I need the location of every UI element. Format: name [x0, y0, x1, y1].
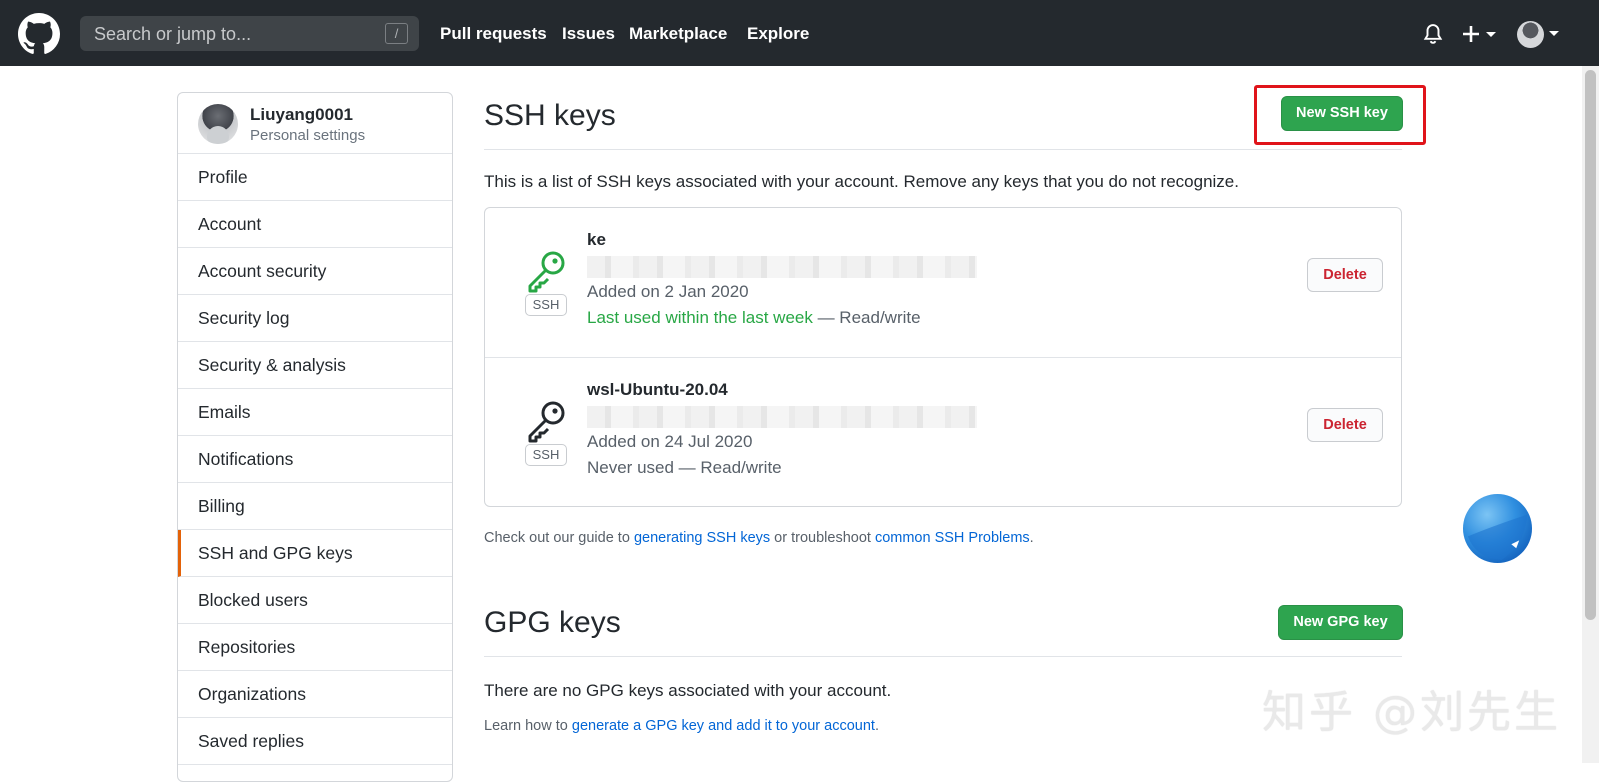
ssh-keys-list: SSH ke Added on 2 Jan 2020 Last used wit… — [484, 207, 1402, 507]
ssh-heading-divider — [484, 149, 1402, 150]
ssh-keys-heading: SSH keys — [484, 99, 616, 132]
username: Liuyang0001 — [250, 105, 353, 124]
generating-ssh-keys-link[interactable]: generating SSH keys — [634, 530, 770, 546]
global-header: Search or jump to... / Pull requests Iss… — [0, 0, 1599, 66]
nav-marketplace[interactable]: Marketplace — [629, 24, 727, 44]
new-gpg-key-button[interactable]: New GPG key — [1278, 605, 1403, 640]
settings-sidebar: Liuyang0001 Personal settings Profile Ac… — [177, 92, 453, 782]
nav-issues[interactable]: Issues — [562, 24, 615, 44]
nav-pull-requests[interactable]: Pull requests — [440, 24, 547, 44]
generate-gpg-key-link[interactable]: generate a GPG key and add it to your ac… — [572, 718, 875, 734]
gpg-learn-prefix: Learn how to — [484, 718, 572, 734]
ssh-key-row: SSH wsl-Ubuntu-20.04 Added on 24 Jul 202… — [485, 357, 1401, 507]
sidebar-item-account[interactable]: Account — [178, 201, 452, 248]
sidebar-item-organizations[interactable]: Organizations — [178, 671, 452, 718]
avatar-dropdown-caret-icon[interactable] — [1548, 29, 1560, 39]
gpg-empty-text: There are no GPG keys associated with yo… — [484, 681, 892, 700]
gpg-learn-suffix: . — [874, 718, 879, 734]
gpg-learn-text: Learn how to generate a GPG key and add … — [484, 718, 879, 734]
search-placeholder: Search or jump to... — [94, 24, 252, 44]
ssh-key-last-used: Last used within the last week — [587, 308, 813, 327]
ssh-key-access: — Read/write — [673, 458, 782, 477]
bell-icon[interactable] — [1422, 22, 1444, 46]
ssh-key-usage: Last used within the last week — Read/wr… — [587, 308, 921, 328]
ssh-key-last-used: Never used — [587, 458, 674, 477]
nav-explore[interactable]: Explore — [747, 24, 809, 44]
ssh-key-fingerprint-blurred — [587, 256, 977, 278]
ssh-guide-suffix: . — [1029, 530, 1034, 546]
page-scrollbar-thumb[interactable] — [1585, 70, 1596, 620]
gpg-heading-divider — [484, 656, 1402, 657]
ssh-badge: SSH — [525, 444, 567, 466]
search-input[interactable]: Search or jump to... / — [80, 16, 419, 51]
sidebar-item-saved-replies[interactable]: Saved replies — [178, 718, 452, 765]
ssh-key-access: — Read/write — [812, 308, 921, 327]
slash-shortcut-hint: / — [385, 23, 408, 44]
ssh-key-row: SSH ke Added on 2 Jan 2020 Last used wit… — [485, 208, 1401, 358]
sidebar-item-repositories[interactable]: Repositories — [178, 624, 452, 671]
zhihu-watermark: 知乎 @刘先生 — [1262, 687, 1561, 738]
gpg-keys-heading: GPG keys — [484, 606, 621, 639]
user-avatar[interactable] — [1517, 21, 1544, 48]
sidebar-item-billing[interactable]: Billing — [178, 483, 452, 530]
create-new-plus-icon[interactable] — [1462, 24, 1502, 44]
sidebar-item-ssh-gpg-keys[interactable]: SSH and GPG keys — [178, 530, 452, 577]
sidebar-item-security-analysis[interactable]: Security & analysis — [178, 342, 452, 389]
ssh-key-usage: Never used — Read/write — [587, 458, 782, 478]
ssh-key-fingerprint-blurred — [587, 406, 977, 428]
delete-ssh-key-button[interactable]: Delete — [1307, 408, 1383, 442]
sidebar-item-security-log[interactable]: Security log — [178, 295, 452, 342]
ssh-guide-text: Check out our guide to generating SSH ke… — [484, 530, 1034, 546]
github-logo-icon[interactable] — [18, 13, 60, 55]
ssh-intro-text: This is a list of SSH keys associated wi… — [484, 172, 1239, 191]
ssh-key-added-date: Added on 2 Jan 2020 — [587, 282, 749, 301]
ssh-key-title: ke — [587, 230, 606, 249]
sidebar-item-notifications[interactable]: Notifications — [178, 436, 452, 483]
sidebar-item-profile[interactable]: Profile — [178, 154, 452, 201]
ssh-key-added-date: Added on 24 Jul 2020 — [587, 432, 753, 451]
key-icon — [528, 401, 565, 443]
sidebar-profile-header[interactable]: Liuyang0001 Personal settings — [178, 93, 452, 154]
ssh-guide-prefix: Check out our guide to — [484, 530, 634, 546]
sidebar-item-blocked-users[interactable]: Blocked users — [178, 577, 452, 624]
common-ssh-problems-link[interactable]: common SSH Problems — [875, 530, 1030, 546]
sidebar-item-account-security[interactable]: Account security — [178, 248, 452, 295]
ssh-key-title: wsl-Ubuntu-20.04 — [587, 380, 728, 399]
ssh-guide-mid: or troubleshoot — [770, 530, 875, 546]
personal-settings-label: Personal settings — [250, 127, 366, 144]
sidebar-item-emails[interactable]: Emails — [178, 389, 452, 436]
delete-ssh-key-button[interactable]: Delete — [1307, 258, 1383, 292]
floating-assistant-ball-icon[interactable] — [1462, 493, 1533, 564]
highlight-annotation-box — [1254, 85, 1426, 145]
ssh-badge: SSH — [525, 294, 567, 316]
avatar — [198, 104, 238, 144]
key-icon — [528, 251, 565, 293]
